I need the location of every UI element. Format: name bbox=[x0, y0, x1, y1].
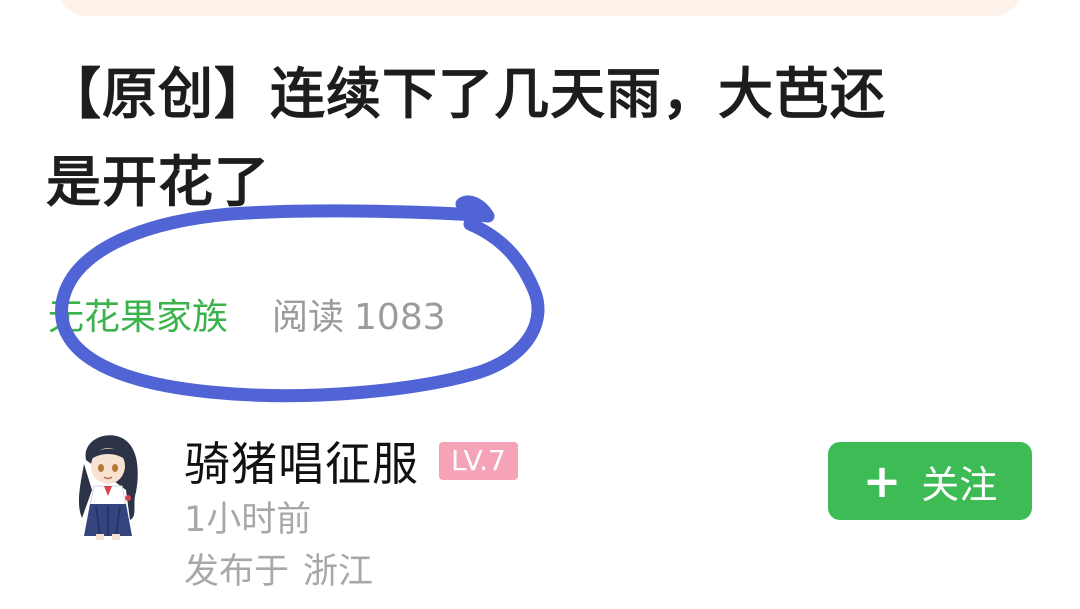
post-location: 发布于 浙江 bbox=[184, 550, 373, 594]
plus-icon: + bbox=[862, 454, 902, 508]
follow-button[interactable]: + 关注 bbox=[828, 442, 1032, 520]
level-badge: LV.7 bbox=[439, 442, 518, 480]
read-count: 阅读 1083 bbox=[272, 288, 446, 340]
post-meta-row: 无花果家族 阅读 1083 bbox=[48, 288, 446, 340]
author-avatar[interactable] bbox=[66, 430, 150, 542]
group-link[interactable]: 无花果家族 bbox=[48, 288, 228, 340]
author-name[interactable]: 骑猪唱征服 bbox=[184, 428, 419, 494]
post-detail-page: 【原创】连续下了几天雨，大芭还 是开花了 无花果家族 阅读 1083 骑猪唱征服 … bbox=[0, 0, 1080, 609]
top-banner bbox=[58, 0, 1022, 16]
location-label: 发布于 bbox=[184, 552, 290, 592]
read-count-value: 1083 bbox=[354, 297, 446, 338]
post-time: 1小时前 bbox=[184, 500, 312, 540]
post-title: 【原创】连续下了几天雨，大芭还 是开花了 bbox=[46, 50, 1056, 226]
location-value: 浙江 bbox=[303, 552, 374, 592]
follow-button-label: 关注 bbox=[921, 462, 998, 507]
post-title-line-2: 是开花了 bbox=[46, 150, 271, 214]
author-name-row: 骑猪唱征服 LV.7 bbox=[184, 430, 518, 492]
read-label: 阅读 bbox=[272, 297, 345, 338]
post-title-line-1: 【原创】连续下了几天雨，大芭还 bbox=[46, 62, 887, 126]
